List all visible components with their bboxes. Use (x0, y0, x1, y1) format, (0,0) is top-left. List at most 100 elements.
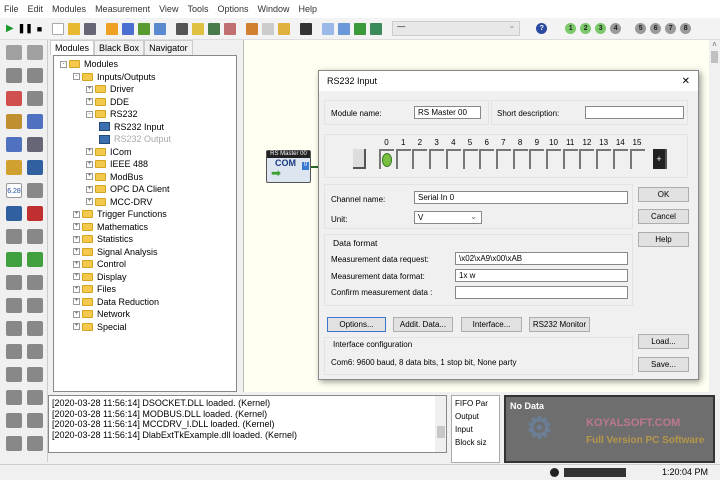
palette-module-icon[interactable] (6, 45, 22, 60)
tree-icon[interactable] (192, 22, 205, 35)
options-button[interactable]: Options... (327, 317, 386, 332)
collapse-icon[interactable]: - (86, 110, 93, 118)
expand-icon[interactable]: + (73, 210, 80, 218)
expand-icon[interactable]: + (73, 260, 80, 268)
layer-6-button[interactable]: 6 (650, 23, 662, 34)
confirm-input[interactable] (455, 286, 628, 299)
tree-node[interactable]: + MCC-DRV (54, 196, 236, 209)
tree-node[interactable]: + Trigger Functions (54, 208, 236, 221)
palette-module-icon[interactable] (27, 344, 43, 359)
channel-slot[interactable] (495, 149, 511, 169)
text-icon[interactable] (122, 22, 135, 35)
palette-module-icon[interactable] (27, 68, 43, 83)
addit-data-button[interactable]: Addit. Data... (393, 317, 453, 332)
tab-navigator[interactable]: Navigator (144, 40, 193, 55)
palette-module-icon[interactable] (27, 114, 43, 129)
palette-module-icon[interactable] (27, 367, 43, 382)
channel-slot[interactable] (596, 149, 612, 169)
tree-node[interactable]: + ModBus (54, 171, 236, 184)
palette-module-icon[interactable] (27, 436, 43, 451)
palette-module-icon[interactable] (27, 252, 43, 267)
prev-channel-button[interactable] (353, 149, 366, 169)
channel-slot[interactable] (479, 149, 495, 169)
expand-icon[interactable]: + (86, 160, 93, 168)
menu-options[interactable]: Options (217, 4, 248, 14)
channel-slot[interactable] (429, 149, 445, 169)
palette-module-icon[interactable] (27, 45, 43, 60)
menu-edit[interactable]: Edit (28, 4, 44, 14)
channel-slot[interactable] (529, 149, 545, 169)
open-folder-icon[interactable] (68, 22, 81, 35)
tree-node[interactable]: RS232 Input (54, 121, 236, 134)
layer-5-button[interactable]: 5 (635, 23, 647, 34)
palette-module-icon[interactable] (27, 298, 43, 313)
menu-window[interactable]: Window (258, 4, 290, 14)
expand-icon[interactable]: + (86, 173, 93, 181)
next-channel-button[interactable]: + (653, 149, 667, 169)
cancel-button[interactable]: Cancel (638, 209, 689, 224)
rs232-monitor-button[interactable]: RS232 Monitor (529, 317, 590, 332)
align-icon[interactable] (176, 22, 189, 35)
tree-node[interactable]: + Statistics (54, 233, 236, 246)
tree-node[interactable]: + Special (54, 321, 236, 334)
new-file-icon[interactable] (52, 22, 65, 35)
channel-slot[interactable] (395, 149, 411, 169)
help-button[interactable]: Help (638, 232, 689, 247)
layer-8-button[interactable]: 8 (680, 23, 692, 34)
tree-node[interactable]: + Data Reduction (54, 296, 236, 309)
tab-modules[interactable]: Modules (50, 40, 95, 55)
expand-icon[interactable]: + (73, 235, 80, 243)
palette-module-icon[interactable] (27, 160, 43, 175)
play-icon[interactable]: ▶ (6, 23, 14, 34)
collapse-icon[interactable]: - (73, 73, 80, 81)
expand-icon[interactable]: + (86, 98, 93, 106)
wizard-icon[interactable] (106, 22, 119, 35)
short-description-input[interactable] (585, 106, 684, 119)
palette-module-icon[interactable] (27, 137, 43, 152)
channel-slot[interactable] (612, 149, 628, 169)
layer-3-button[interactable]: 3 (595, 23, 607, 34)
channel-slot[interactable] (546, 149, 561, 169)
tree-node[interactable]: + Files (54, 283, 236, 296)
tree-node[interactable]: - Modules (54, 58, 236, 71)
network-icon[interactable] (208, 22, 221, 35)
module-name-input[interactable]: RS Master 00 (414, 106, 481, 119)
window-icon[interactable] (154, 22, 167, 35)
palette-module-icon[interactable] (6, 229, 22, 244)
fifo-item[interactable]: Output (455, 412, 496, 421)
tree-node[interactable]: + DDE (54, 96, 236, 109)
channel-slot[interactable] (512, 149, 528, 169)
tree-node[interactable]: - Inputs/Outputs (54, 71, 236, 84)
palette-module-icon[interactable] (6, 252, 22, 267)
menu-view[interactable]: View (159, 4, 178, 14)
expand-icon[interactable]: + (86, 198, 93, 206)
tree-node[interactable]: + Display (54, 271, 236, 284)
expand-icon[interactable]: + (86, 148, 93, 156)
menu-help[interactable]: Help (299, 4, 318, 14)
expand-icon[interactable]: + (73, 310, 80, 318)
palette-module-icon[interactable] (6, 413, 22, 428)
palette-module-icon[interactable] (27, 275, 43, 290)
minimize-icon[interactable] (354, 22, 367, 35)
palette-module-icon[interactable] (27, 390, 43, 405)
expand-icon[interactable]: + (73, 248, 80, 256)
channel-slot[interactable] (445, 149, 461, 169)
copy-icon[interactable] (262, 22, 275, 35)
save-icon[interactable] (84, 22, 97, 35)
palette-module-icon[interactable] (6, 298, 22, 313)
output-port[interactable]: 0 (302, 162, 309, 170)
fifo-item[interactable]: FIFO Par (455, 399, 496, 408)
channel-name-input[interactable]: Serial In 0 (414, 191, 628, 204)
paste-icon[interactable] (278, 22, 291, 35)
tree-node[interactable]: + Control (54, 258, 236, 271)
expand-icon[interactable]: + (73, 323, 80, 331)
tree-node[interactable]: + OPC DA Client (54, 183, 236, 196)
fifo-item[interactable]: Input (455, 425, 496, 434)
palette-module-icon[interactable] (6, 114, 22, 129)
palette-module-icon[interactable] (6, 91, 22, 106)
interface-button[interactable]: Interface... (461, 317, 522, 332)
request-input[interactable]: \x02\xA9\x00\xAB (455, 252, 628, 265)
layer-7-button[interactable]: 7 (665, 23, 677, 34)
cut-icon[interactable] (246, 22, 259, 35)
tree-node[interactable]: + Mathematics (54, 221, 236, 234)
